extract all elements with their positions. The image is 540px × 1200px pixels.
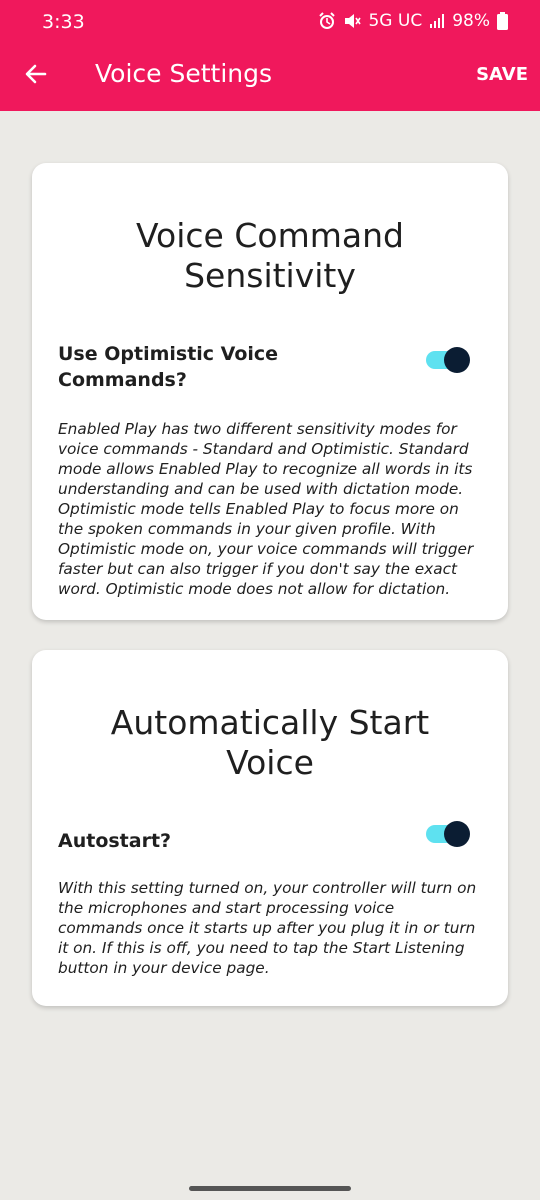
toggle-knob [444, 821, 470, 847]
setting-label: Use Optimistic Voice Commands? [58, 343, 279, 391]
signal-icon [429, 13, 445, 29]
autostart-voice-card: Automatically Start Voice Autostart? Wit… [32, 650, 508, 1006]
toggle-knob [444, 347, 470, 373]
app-bar: Voice Settings SAVE [0, 44, 540, 111]
card-title: Voice Command Sensitivity [136, 216, 404, 295]
card-title: Automatically Start Voice [110, 703, 430, 782]
setting-description: Enabled Play has two different sensitivi… [58, 420, 474, 598]
autostart-toggle[interactable] [426, 821, 470, 847]
battery-icon [497, 12, 508, 30]
status-bar: 3:33 5G UC 98% [0, 0, 540, 44]
setting-label: Autostart? [58, 830, 172, 852]
status-icons: 5G UC 98% [318, 11, 508, 31]
arrow-left-icon [25, 64, 47, 84]
alarm-icon [318, 12, 336, 30]
status-time: 3:33 [42, 11, 85, 33]
voice-sensitivity-card: Voice Command Sensitivity Use Optimistic… [32, 163, 508, 620]
gesture-nav-handle[interactable] [189, 1186, 351, 1191]
setting-description: With this setting turned on, your contro… [58, 879, 477, 977]
battery-level: 98% [452, 11, 490, 31]
optimistic-voice-toggle[interactable] [426, 347, 470, 373]
network-type: 5G UC [368, 11, 423, 31]
page-title: Voice Settings [95, 59, 273, 88]
back-button[interactable] [22, 60, 50, 88]
mute-icon [343, 12, 362, 30]
save-button[interactable]: SAVE [476, 64, 528, 85]
